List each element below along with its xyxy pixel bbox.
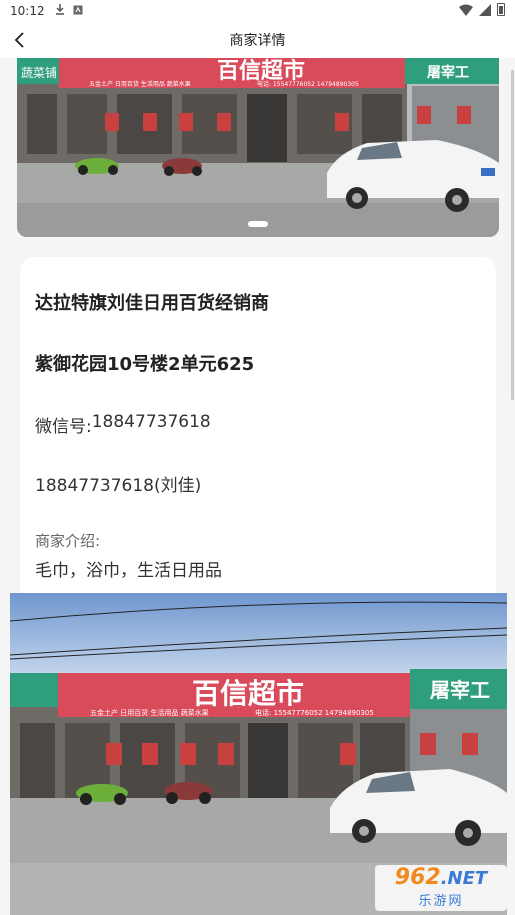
chevron-left-icon [14, 32, 24, 48]
image-carousel[interactable]: 蔬菜铺 百信超市 五金土产 日用百货 生活用品 蔬菜水果 电话: 1554777… [17, 58, 499, 237]
status-time: 10:12 [10, 4, 45, 18]
intro-text: 毛巾，浴巾，生活日用品 [35, 561, 222, 581]
wechat-label: 微信号: [35, 417, 92, 437]
tel-sign-text: 电话: 15547776052 14794890305 [257, 80, 359, 88]
carousel-indicator [248, 221, 268, 227]
merchant-name: 达拉特旗刘佳日用百货经销商 [35, 293, 269, 314]
watermark-name: 乐游网 [418, 894, 464, 909]
photo-sub-sign-text: 五金土产 日用百货 生活用品 蔬菜水果 [90, 708, 209, 717]
sub-sign-text: 五金土产 日用百货 生活用品 蔬菜水果 [89, 80, 191, 88]
phone-link[interactable]: 18847737618(刘佳) [35, 471, 201, 496]
photo-main-sign-text: 百信超市 [192, 677, 304, 710]
nav-bar: 商家详情 [0, 22, 515, 58]
back-button[interactable] [8, 28, 32, 52]
watermark-brand: 962 [394, 865, 441, 890]
left-sign-text: 蔬菜铺 [21, 66, 57, 80]
site-watermark-logo: 962.NET 乐游网 [375, 865, 507, 911]
watermark-domain: .NET [440, 868, 488, 889]
page-title: 商家详情 [229, 33, 286, 49]
signal-icon [479, 3, 491, 16]
scrollbar[interactable] [511, 70, 514, 400]
photo-tel-sign-text: 电话: 15547776052 14794890305 [255, 708, 374, 717]
app-notification-icon [73, 5, 83, 18]
photo-right-sign-text: 屠宰工 [430, 678, 490, 702]
battery-icon [497, 3, 505, 16]
download-icon [55, 4, 65, 18]
intro-label: 商家介绍: [35, 532, 101, 550]
wechat-line[interactable]: 微信号: 18847737618 [35, 412, 211, 437]
wechat-value: 18847737618 [91, 412, 211, 432]
phone-value: 18847737618(刘佳) [35, 476, 202, 496]
storefront-image: 蔬菜铺 百信超市 五金土产 日用百货 生活用品 蔬菜水果 电话: 1554777… [17, 58, 499, 237]
right-sign-text: 屠宰工 [427, 64, 469, 81]
status-bar: 10:12 [0, 0, 515, 22]
merchant-address: 紫御花园10号楼2单元625 [35, 354, 255, 375]
wifi-icon [459, 4, 473, 16]
